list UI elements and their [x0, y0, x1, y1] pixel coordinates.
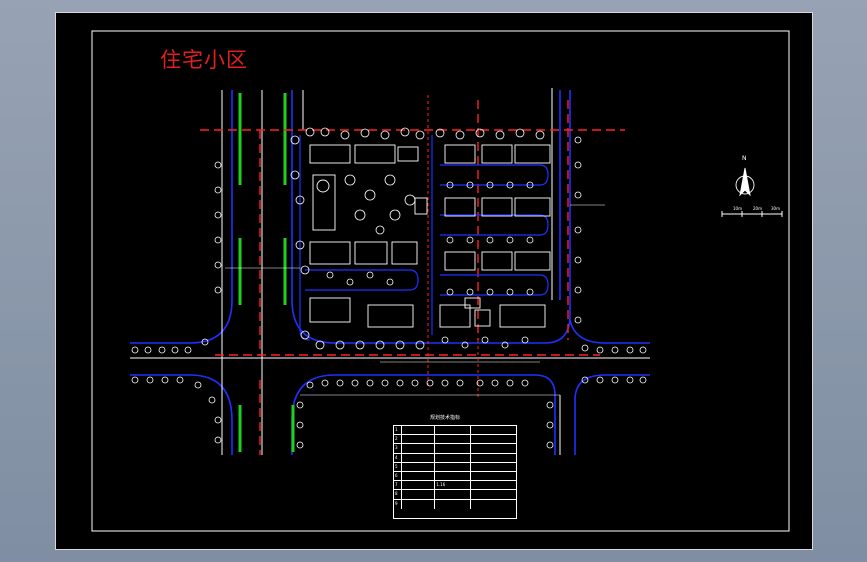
table-cell: [435, 426, 471, 435]
green-median: [238, 93, 295, 452]
table-cell: [402, 426, 436, 435]
table-cell: [471, 463, 516, 471]
table-cell: [435, 462, 471, 471]
table-row: 6: [394, 471, 516, 482]
table-row: 2: [394, 435, 516, 445]
table-cell: [402, 490, 436, 499]
site-boundary: [200, 100, 625, 455]
table-cell: 9: [394, 499, 402, 509]
table-cell: 1: [394, 426, 402, 435]
table-cell: [402, 499, 436, 509]
table-cell: [402, 453, 436, 462]
table-cell: [471, 454, 516, 462]
table-row: 3: [394, 444, 516, 454]
road-lines: [130, 88, 650, 455]
scale-label-2: 20m: [753, 206, 762, 211]
table-cell: 5: [394, 462, 402, 471]
drawing-title: 住宅小区: [160, 48, 248, 72]
table-row: 8: [394, 490, 516, 500]
table-cell: [435, 444, 471, 453]
table-cell: [471, 500, 516, 509]
table-row: 7 1.16: [394, 481, 516, 491]
indicator-table: 1 2 3 4 5 6 7 1.16 8 9: [393, 425, 517, 519]
table-cell: [471, 435, 516, 443]
table-cell: [435, 453, 471, 462]
scale-label-3: 30m: [771, 206, 780, 211]
dimension-lines: [225, 204, 605, 396]
table-cell: [435, 435, 471, 444]
table-cell: [402, 471, 436, 481]
table-cell: [471, 490, 516, 498]
table-row: 4: [394, 453, 516, 463]
table-cell: [471, 444, 516, 452]
table-row: 1: [394, 426, 516, 436]
north-label: N: [742, 155, 747, 162]
table-row: 5: [394, 462, 516, 472]
scale-label-1: 10m: [733, 206, 742, 211]
table-cell: [471, 472, 516, 480]
table-cell: [435, 499, 471, 509]
buildings: [309, 144, 551, 328]
table-row: 9: [394, 499, 516, 509]
table-cell: [402, 481, 436, 490]
scale-bar: [721, 211, 783, 217]
table-cell: 6: [394, 471, 402, 481]
north-arrow: [735, 167, 755, 197]
cad-viewport: 住宅小区 规划技术指标 1 2 3 4 5 6 7 1.16 8 9 N 10m 20m 30m: [0, 0, 867, 562]
table-cell: [402, 444, 436, 453]
table-cell: [471, 481, 516, 489]
table-cell: [402, 435, 436, 444]
axis-lines: [427, 95, 479, 400]
table-cell: [471, 426, 516, 434]
table-cell: 3: [394, 444, 402, 453]
table-cell: 8: [394, 490, 402, 499]
table-cell: [402, 462, 436, 471]
table-cell: 7: [394, 481, 402, 490]
table-cell: 1.16: [435, 481, 471, 490]
table-title: 规划技术指标: [430, 415, 461, 421]
trees: [131, 127, 647, 449]
table-cell: [435, 471, 471, 481]
table-cell: 4: [394, 453, 402, 462]
table-cell: 2: [394, 435, 402, 444]
table-cell: [435, 490, 471, 499]
